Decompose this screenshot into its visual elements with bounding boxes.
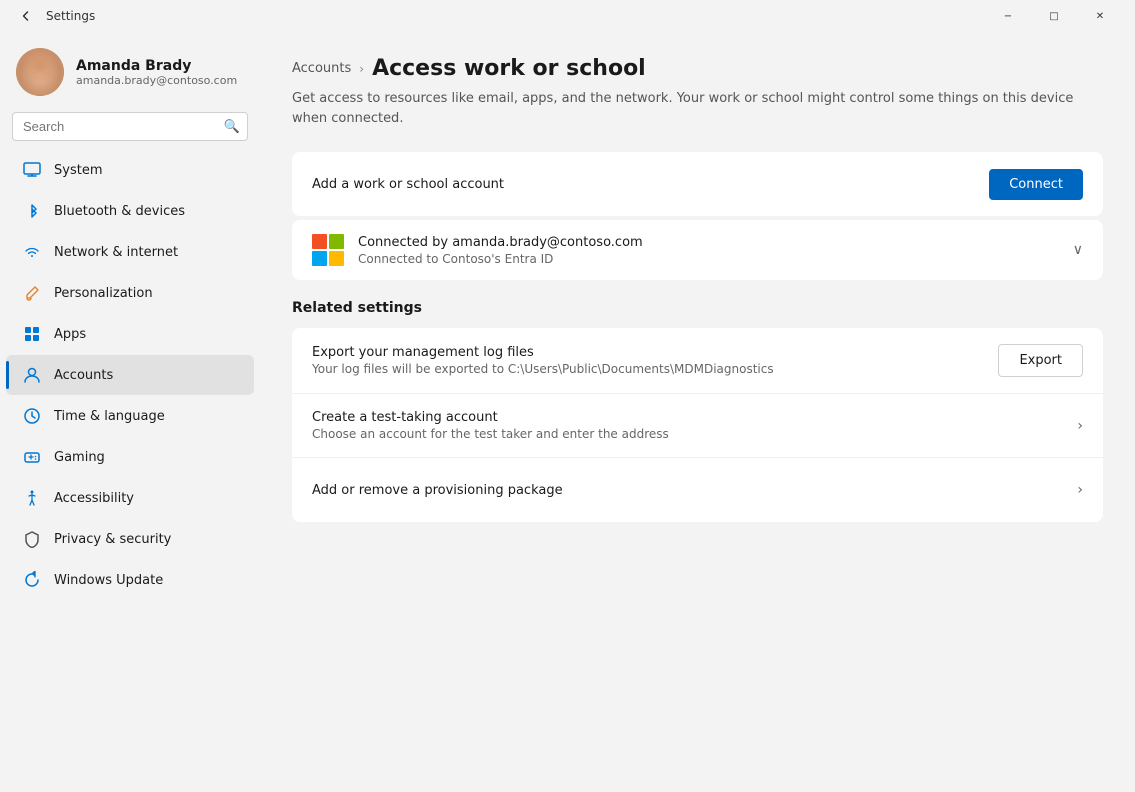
ms-logo-yellow bbox=[329, 251, 344, 266]
export-button[interactable]: Export bbox=[998, 344, 1083, 377]
avatar bbox=[16, 48, 64, 96]
sidebar-item-time[interactable]: Time & language bbox=[6, 396, 254, 436]
app-body: Amanda Brady amanda.brady@contoso.com 🔍 … bbox=[0, 32, 1135, 792]
connect-button[interactable]: Connect bbox=[989, 169, 1083, 200]
search-icon: 🔍 bbox=[224, 119, 240, 134]
update-icon bbox=[22, 570, 42, 590]
titlebar: Settings − □ ✕ bbox=[0, 0, 1135, 32]
sidebar-item-label: Privacy & security bbox=[54, 532, 171, 547]
search-container: 🔍 bbox=[12, 112, 248, 141]
provisioning-row[interactable]: Add or remove a provisioning package › bbox=[292, 458, 1103, 522]
test-taking-subtitle: Choose an account for the test taker and… bbox=[312, 427, 1077, 441]
page-title: Access work or school bbox=[372, 56, 646, 81]
ms-logo-blue bbox=[312, 251, 327, 266]
user-profile[interactable]: Amanda Brady amanda.brady@contoso.com bbox=[0, 32, 260, 108]
back-button[interactable] bbox=[12, 2, 40, 30]
add-account-label: Add a work or school account bbox=[312, 177, 989, 192]
breadcrumb-parent[interactable]: Accounts bbox=[292, 61, 351, 76]
sidebar-nav: System Bluetooth & devices bbox=[0, 149, 260, 776]
sidebar-item-bluetooth[interactable]: Bluetooth & devices bbox=[6, 191, 254, 231]
export-logs-subtitle: Your log files will be exported to C:\Us… bbox=[312, 362, 998, 376]
page-description: Get access to resources like email, apps… bbox=[292, 89, 1103, 128]
breadcrumb: Accounts › Access work or school bbox=[292, 56, 1103, 81]
sidebar-item-label: Accounts bbox=[54, 368, 113, 383]
sidebar-item-gaming[interactable]: Gaming bbox=[6, 437, 254, 477]
sidebar-item-label: Apps bbox=[54, 327, 86, 342]
add-account-row: Add a work or school account Connect bbox=[292, 152, 1103, 216]
sidebar-item-label: Windows Update bbox=[54, 573, 163, 588]
sidebar-item-update[interactable]: Windows Update bbox=[6, 560, 254, 600]
connected-account-subtitle: Connected to Contoso's Entra ID bbox=[358, 252, 1073, 266]
related-settings-title: Related settings bbox=[292, 300, 1103, 316]
network-icon bbox=[22, 242, 42, 262]
sidebar-item-privacy[interactable]: Privacy & security bbox=[6, 519, 254, 559]
maximize-button[interactable]: □ bbox=[1031, 0, 1077, 32]
sidebar-item-label: Bluetooth & devices bbox=[54, 204, 185, 219]
microsoft-logo bbox=[312, 234, 344, 266]
sidebar-item-network[interactable]: Network & internet bbox=[6, 232, 254, 272]
sidebar-item-accounts[interactable]: Accounts bbox=[6, 355, 254, 395]
sidebar: Amanda Brady amanda.brady@contoso.com 🔍 … bbox=[0, 32, 260, 792]
export-logs-row[interactable]: Export your management log files Your lo… bbox=[292, 328, 1103, 394]
test-taking-row[interactable]: Create a test-taking account Choose an a… bbox=[292, 394, 1103, 458]
sidebar-item-label: Time & language bbox=[54, 409, 165, 424]
window-title: Settings bbox=[46, 9, 985, 23]
clock-icon bbox=[22, 406, 42, 426]
person-icon bbox=[22, 365, 42, 385]
sidebar-item-apps[interactable]: Apps bbox=[6, 314, 254, 354]
window-controls: − □ ✕ bbox=[985, 0, 1123, 32]
provisioning-title: Add or remove a provisioning package bbox=[312, 483, 1077, 498]
related-settings-card: Export your management log files Your lo… bbox=[292, 328, 1103, 522]
test-taking-title: Create a test-taking account bbox=[312, 410, 1077, 425]
chevron-down-icon: ∨ bbox=[1073, 242, 1083, 258]
monitor-icon bbox=[22, 160, 42, 180]
export-logs-title: Export your management log files bbox=[312, 345, 998, 360]
add-account-card: Add a work or school account Connect bbox=[292, 152, 1103, 216]
brush-icon bbox=[22, 283, 42, 303]
sidebar-item-label: Gaming bbox=[54, 450, 105, 465]
chevron-right-icon: › bbox=[1077, 418, 1083, 434]
shield-icon bbox=[22, 529, 42, 549]
sidebar-item-system[interactable]: System bbox=[6, 150, 254, 190]
connected-account-row[interactable]: Connected by amanda.brady@contoso.com Co… bbox=[292, 220, 1103, 280]
minimize-button[interactable]: − bbox=[985, 0, 1031, 32]
apps-icon bbox=[22, 324, 42, 344]
bluetooth-icon bbox=[22, 201, 42, 221]
ms-logo-green bbox=[329, 234, 344, 249]
ms-logo-red bbox=[312, 234, 327, 249]
search-input[interactable] bbox=[12, 112, 248, 141]
main-content: Accounts › Access work or school Get acc… bbox=[260, 32, 1135, 792]
sidebar-item-label: Accessibility bbox=[54, 491, 134, 506]
connected-account-card: Connected by amanda.brady@contoso.com Co… bbox=[292, 220, 1103, 280]
connected-account-title: Connected by amanda.brady@contoso.com bbox=[358, 235, 1073, 250]
gaming-icon bbox=[22, 447, 42, 467]
sidebar-item-personalization[interactable]: Personalization bbox=[6, 273, 254, 313]
sidebar-item-label: Network & internet bbox=[54, 245, 178, 260]
sidebar-item-accessibility[interactable]: Accessibility bbox=[6, 478, 254, 518]
user-name: Amanda Brady bbox=[76, 58, 237, 74]
sidebar-item-label: Personalization bbox=[54, 286, 153, 301]
user-email: amanda.brady@contoso.com bbox=[76, 74, 237, 87]
close-button[interactable]: ✕ bbox=[1077, 0, 1123, 32]
accessibility-icon bbox=[22, 488, 42, 508]
breadcrumb-separator: › bbox=[359, 62, 364, 76]
sidebar-item-label: System bbox=[54, 163, 102, 178]
chevron-right-icon: › bbox=[1077, 482, 1083, 498]
